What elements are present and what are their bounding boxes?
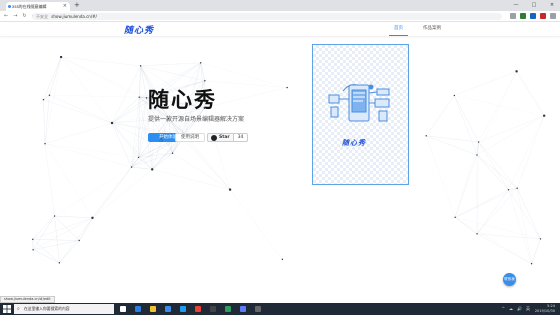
browser-tab-strip: xss的在线随意编辑 × + — □ × [0,0,560,11]
browser-toolbar: ← → ↻ ⌂ 不安全 show.jiumulenda.cn/#/ [0,11,560,22]
hero-title: 随心秀 [148,88,217,112]
extension-area [510,13,556,19]
tray-icon-3[interactable]: 英 [526,306,530,312]
site-nav: 首页 作品案例 [389,22,443,36]
contact-float-button[interactable]: 联系我 [503,273,516,286]
close-window-button[interactable]: × [546,0,558,11]
github-star-widget[interactable]: Star 34 [207,133,249,142]
tray-icon-0[interactable]: ^ [502,306,505,312]
taskbar: ⌕ 在这里输入你要搜索的内容 ^ ☁ 🔊 英 5:24 2019/10/30 [0,303,560,315]
chrome-icon[interactable] [193,304,203,314]
extension-a-icon[interactable] [520,13,526,19]
tray-icon-2[interactable]: 🔊 [517,306,522,312]
favicon-icon [8,5,11,8]
minimize-button[interactable]: — [510,0,522,11]
taskbar-search-placeholder: 在这里输入你要搜索的内容 [24,306,70,311]
new-tab-button[interactable]: + [74,1,80,9]
task-view-icon[interactable] [118,304,128,314]
taskbar-apps [118,304,263,314]
address-bar[interactable]: 不安全 show.jiumulenda.cn/#/ [32,13,502,20]
nav-buttons: ← → ↻ ⌂ [4,11,35,22]
extension-b-icon[interactable] [530,13,536,19]
back-icon[interactable]: ← [4,11,8,22]
reload-icon[interactable]: ↻ [22,11,26,22]
vscode-icon[interactable] [178,304,188,314]
card-logo: 随心秀 [342,138,366,147]
explorer-icon[interactable] [148,304,158,314]
terminal-icon[interactable] [208,304,218,314]
security-indicator[interactable]: 不安全 [36,14,48,19]
system-tray: ^ ☁ 🔊 英 [502,306,530,312]
tray-icon-1[interactable]: ☁ [509,306,513,312]
edge-icon[interactable] [133,304,143,314]
github-icon [211,134,217,141]
screen: xss的在线随意编辑 × + — □ × ← → ↻ ⌂ 不安全 show.ji… [0,0,560,315]
nav-cases[interactable]: 作品案例 [421,22,443,36]
nav-home[interactable]: 首页 [389,22,408,36]
status-url: show.jiumulenda.cn/#/edit [0,296,55,303]
taskbar-search[interactable]: ⌕ 在这里输入你要搜索的内容 [14,304,114,314]
clock-date: 2019/10/30 [534,308,555,313]
docs-button[interactable]: 使用说明 [175,133,205,142]
editor-illustration [328,84,390,122]
star-icon[interactable] [510,13,516,19]
site-header: 随心秀 首页 作品案例 [0,22,560,36]
forward-icon[interactable]: → [13,11,17,22]
maximize-button[interactable]: □ [528,0,540,11]
tab-title: xss的在线随意编辑 [12,4,47,9]
app-green-icon[interactable] [223,304,233,314]
app-blue-icon[interactable] [238,304,248,314]
store-icon[interactable] [163,304,173,314]
close-tab-icon[interactable]: × [63,2,67,11]
app-dark-icon[interactable] [253,304,263,314]
browser-tab[interactable]: xss的在线随意编辑 × [6,2,70,11]
menu-icon[interactable] [550,13,556,19]
window-controls: — □ × [510,0,558,11]
extension-c-icon[interactable] [540,13,546,19]
url-text: show.jiumulenda.cn/#/ [51,14,97,19]
illustration-card [312,44,409,185]
github-star-label: Star [219,135,230,140]
hero-subtitle: 提供一款开源自场景编辑器解决方案 [148,116,245,123]
hand-cursor-icon: ☝ [159,136,164,144]
clock[interactable]: 5:24 2019/10/30 [535,304,555,313]
search-icon: ⌕ [17,306,20,312]
network-background [32,55,546,265]
github-star-count[interactable]: 34 [233,133,249,142]
github-star-button[interactable]: Star [207,133,234,142]
site-logo[interactable]: 随心秀 [124,23,154,36]
windows-start-icon[interactable] [3,305,11,313]
